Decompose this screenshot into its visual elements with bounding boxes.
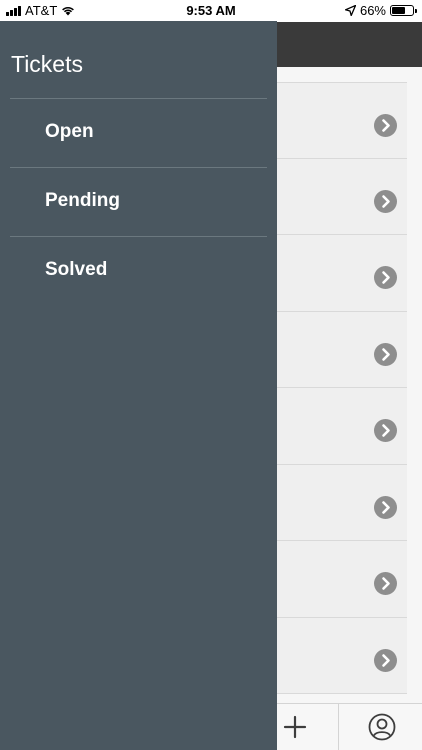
drawer-item-label: Solved (45, 259, 108, 280)
chevron-right-circle-icon[interactable] (374, 648, 397, 672)
drawer-item-solved[interactable]: Solved (10, 237, 267, 305)
location-arrow-icon (344, 5, 356, 16)
user-profile-icon[interactable] (368, 713, 396, 741)
plus-icon[interactable] (282, 714, 308, 740)
status-bar-right: 66% (344, 3, 417, 18)
chevron-right-circle-icon[interactable] (374, 419, 397, 442)
drawer-item-label: Pending (45, 190, 120, 211)
battery-icon (390, 5, 417, 16)
drawer-item-label: Open (45, 121, 94, 142)
chevron-right-circle-icon[interactable] (374, 495, 397, 519)
drawer-item-open[interactable]: Open (10, 99, 267, 167)
chevron-right-circle-icon[interactable] (374, 266, 397, 289)
battery-fill (392, 7, 406, 14)
navigation-drawer: Tickets Open Pending Solved (0, 21, 277, 750)
drawer-title: Tickets (11, 51, 83, 77)
battery-percent: 66% (359, 3, 386, 18)
tab-divider (338, 704, 339, 750)
chevron-right-circle-icon[interactable] (374, 189, 397, 213)
drawer-item-pending[interactable]: Pending (10, 168, 267, 236)
chevron-right-circle-icon[interactable] (374, 342, 397, 366)
chevron-right-circle-icon[interactable] (374, 572, 397, 595)
status-bar: AT&T 9:53 AM 66% (0, 0, 422, 22)
chevron-right-circle-icon[interactable] (374, 114, 397, 137)
